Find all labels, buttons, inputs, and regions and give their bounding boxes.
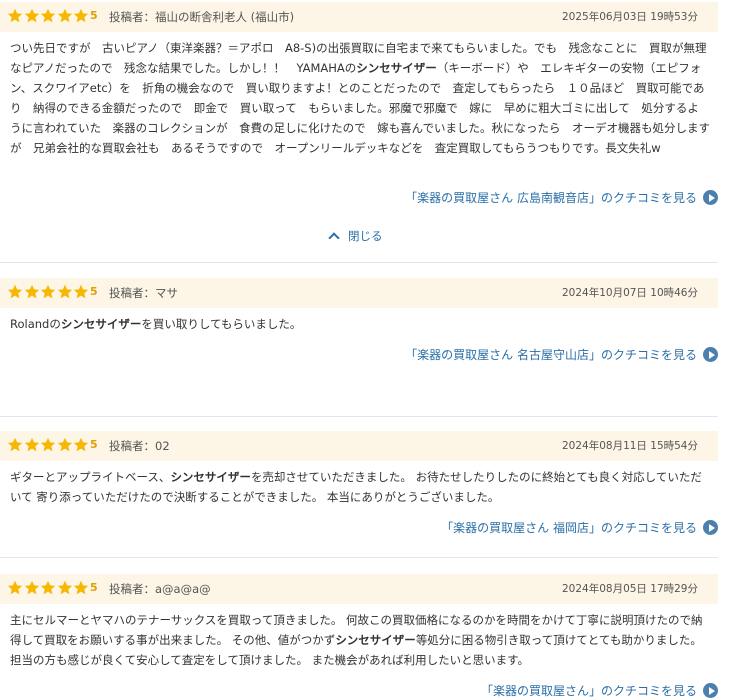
divider <box>0 416 718 417</box>
star-icon <box>57 284 72 299</box>
review-header: 5 投稿者：02 2024年08月11日 15時54分 <box>0 431 718 461</box>
play-circle-icon[interactable] <box>703 520 718 535</box>
highlight-keyword: シンセサイザー <box>356 61 437 75</box>
shop-review-link-label[interactable]: 「楽器の買取屋さん」のクチコミを見る <box>481 682 697 699</box>
play-circle-icon[interactable] <box>703 683 718 698</box>
shop-review-link-label[interactable]: 「楽器の買取屋さん 広島南観音店」のクチコミを見る <box>405 189 697 206</box>
close-label[interactable]: 閉じる <box>348 228 383 244</box>
rating-value: 5 <box>90 438 98 451</box>
review-text: ギターとアップライトベース、シンセサイザーを売却させていただきました。 お待たせ… <box>10 467 710 507</box>
shop-review-link-label[interactable]: 「楽器の買取屋さん 名古屋守山店」のクチコミを見る <box>405 346 697 363</box>
review-text: 主にセルマーとヤマハのテナーサックスを買取って頂きました。 何故この買取価格にな… <box>10 610 710 670</box>
review-text-segment: ギターとアップライトベース、 <box>10 470 171 484</box>
review-header: 5 投稿者：マサ 2024年10月07日 10時46分 <box>0 278 718 308</box>
shop-review-link-label[interactable]: 「楽器の買取屋さん 福岡店」のクチコミを見る <box>441 519 697 536</box>
play-circle-icon[interactable] <box>703 347 718 362</box>
star-icon <box>73 580 89 595</box>
star-rating <box>7 580 90 596</box>
star-rating <box>7 8 90 24</box>
rating-value: 5 <box>90 285 98 298</box>
shop-review-link[interactable]: 「楽器の買取屋さん」のクチコミを見る <box>481 682 718 699</box>
star-icon <box>73 284 89 299</box>
star-icon <box>7 8 23 23</box>
star-icon <box>57 437 72 452</box>
star-icon <box>7 437 23 452</box>
star-icon <box>24 284 39 299</box>
highlight-keyword: シンセサイザー <box>335 633 416 647</box>
poster-name: 投稿者：a@a@a@ <box>109 582 211 596</box>
star-icon <box>40 580 56 595</box>
poster-name: 投稿者：02 <box>109 439 170 453</box>
post-date: 2024年08月11日 15時54分 <box>561 440 698 452</box>
star-icon <box>24 437 39 452</box>
star-icon <box>40 437 56 452</box>
post-date: 2024年10月07日 10時46分 <box>561 287 698 299</box>
play-circle-icon[interactable] <box>703 190 718 205</box>
chevron-up-icon <box>328 232 340 244</box>
star-icon <box>24 580 39 595</box>
shop-review-link[interactable]: 「楽器の買取屋さん 広島南観音店」のクチコミを見る <box>405 189 718 206</box>
star-rating <box>7 284 90 300</box>
highlight-keyword: シンセサイザー <box>170 470 251 484</box>
divider <box>0 262 718 263</box>
review-text: つい先日ですが 古いピアノ（東洋楽器？＝アポロ A8-S)の出張買取に自宅まで来… <box>10 38 710 158</box>
star-rating <box>7 437 90 453</box>
post-date: 2025年06月03日 19時53分 <box>561 11 698 23</box>
review-text: Rolandのシンセサイザーを買い取りしてもらいました。 <box>10 314 710 334</box>
highlight-keyword: シンセサイザー <box>60 317 142 331</box>
rating-value: 5 <box>90 9 98 22</box>
review-text-segment: Rolandの <box>10 317 61 331</box>
star-icon <box>7 580 23 595</box>
rating-value: 5 <box>90 581 98 594</box>
divider <box>0 557 718 558</box>
review-header: 5 投稿者：福山の断舎利老人 (福山市) 2025年06月03日 19時53分 <box>0 2 718 32</box>
poster-name: 投稿者：福山の断舎利老人 (福山市) <box>109 10 295 24</box>
review-header: 5 投稿者：a@a@a@ 2024年08月05日 17時29分 <box>0 574 718 604</box>
post-date: 2024年08月05日 17時29分 <box>561 583 698 595</box>
star-icon <box>24 8 39 23</box>
star-icon <box>40 284 56 299</box>
star-icon <box>40 8 56 23</box>
star-icon <box>7 284 23 299</box>
star-icon <box>57 8 72 23</box>
star-icon <box>57 580 72 595</box>
review-text-segment: を買い取りしてもらいました。 <box>141 317 302 331</box>
star-icon <box>73 8 89 23</box>
close-button[interactable]: 閉じる <box>328 228 383 244</box>
poster-name: 投稿者：マサ <box>109 286 178 300</box>
shop-review-link[interactable]: 「楽器の買取屋さん 福岡店」のクチコミを見る <box>441 519 718 536</box>
star-icon <box>73 437 89 452</box>
shop-review-link[interactable]: 「楽器の買取屋さん 名古屋守山店」のクチコミを見る <box>405 346 718 363</box>
review-text-segment: （キーボード）や エレキギターの安物（エピフォン、スクワイアetc）を 折角の機… <box>10 61 710 155</box>
